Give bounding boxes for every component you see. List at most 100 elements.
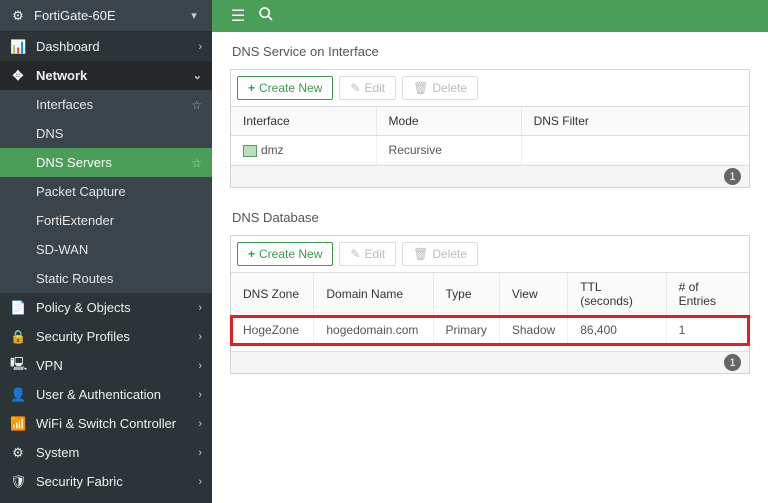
toggle-sidebar-button[interactable]: ☰ <box>224 2 252 30</box>
sub-label: Static Routes <box>36 271 202 286</box>
nav-section[interactable]: 🖳 VPN› <box>0 351 212 380</box>
search-icon <box>258 6 274 27</box>
section-icon: 📊 <box>10 39 26 55</box>
col-entries[interactable]: # of Entries <box>666 273 749 316</box>
section-icon: 🔒 <box>10 329 26 345</box>
nav-section[interactable]: 👤User & Authentication› <box>0 380 212 409</box>
col-mode[interactable]: Mode <box>376 107 521 136</box>
nav-sub-item[interactable]: Static Routes <box>0 264 212 293</box>
dns-service-panel: DNS Service on Interface +Create New ✎Ed… <box>230 44 750 188</box>
chevron-icon: › <box>198 389 202 401</box>
edit-button[interactable]: ✎Edit <box>339 76 396 100</box>
nav-section[interactable]: 📊 Dashboard› <box>0 32 212 61</box>
section-icon: 📄 <box>10 300 26 316</box>
col-domain[interactable]: Domain Name <box>314 273 433 316</box>
dns-service-toolbar: +Create New ✎Edit 🗑Delete <box>231 70 749 107</box>
delete-button[interactable]: 🗑Delete <box>402 76 478 100</box>
section-icon: ✥ <box>10 68 26 84</box>
nav-sub-item[interactable]: DNS Servers☆ <box>0 148 212 177</box>
create-new-button[interactable]: +Create New <box>237 242 333 266</box>
sub-label: Packet Capture <box>36 184 202 199</box>
content: DNS Service on Interface +Create New ✎Ed… <box>212 32 768 503</box>
sub-label: DNS Servers <box>36 155 191 170</box>
cell-zone: HogeZone <box>231 316 314 345</box>
nav-section[interactable]: 📶WiFi & Switch Controller› <box>0 409 212 438</box>
nav-section[interactable]: ✥ Network⌄ <box>0 61 212 90</box>
cell-mode: Recursive <box>376 136 521 165</box>
chevron-icon: › <box>198 331 202 343</box>
col-ttl[interactable]: TTL (seconds) <box>568 273 666 316</box>
cell-domain: hogedomain.com <box>314 316 433 345</box>
cell-type: Primary <box>433 316 499 345</box>
nav-sub-item[interactable]: FortiExtender <box>0 206 212 235</box>
nav-sub-item[interactable]: SD-WAN <box>0 235 212 264</box>
star-icon: ☆ <box>191 98 202 112</box>
nav-section[interactable]: 📈Log & Report› <box>0 496 212 503</box>
cell-dns-filter <box>521 136 749 165</box>
chevron-icon: › <box>198 418 202 430</box>
nav-sub-item[interactable]: DNS <box>0 119 212 148</box>
section-icon: ⚙ <box>10 445 26 461</box>
col-dns-filter[interactable]: DNS Filter <box>521 107 749 136</box>
trash-icon: 🗑 <box>413 81 428 95</box>
section-label: Policy & Objects <box>36 300 198 315</box>
section-label: Security Profiles <box>36 329 198 344</box>
device-selector[interactable]: ⚙ FortiGate-60E ▾ <box>0 0 212 32</box>
cell-interface: dmz <box>231 136 376 165</box>
section-label: Security Fabric <box>36 474 198 489</box>
nav-section[interactable]: 🔒 Security Profiles› <box>0 322 212 351</box>
pencil-icon: ✎ <box>350 81 360 95</box>
search-button[interactable] <box>252 2 280 30</box>
panel-title: DNS Database <box>232 210 750 225</box>
pencil-icon: ✎ <box>350 247 360 261</box>
chevron-icon: ⌄ <box>193 69 202 82</box>
chevron-icon: › <box>198 41 202 53</box>
col-zone[interactable]: DNS Zone <box>231 273 314 316</box>
nav-section[interactable]: 🛡 Security Fabric› <box>0 467 212 496</box>
plus-icon: + <box>248 247 255 261</box>
panel-title: DNS Service on Interface <box>232 44 750 59</box>
cell-entries: 1 <box>666 316 749 345</box>
nav-section[interactable]: 📄 Policy & Objects› <box>0 293 212 322</box>
sidebar: ⚙ FortiGate-60E ▾ 📊Dashboard›✥Network⌄In… <box>0 0 212 503</box>
sub-label: FortiExtender <box>36 213 202 228</box>
col-type[interactable]: Type <box>433 273 499 316</box>
section-icon: 🛡 <box>10 474 26 490</box>
col-interface[interactable]: Interface <box>231 107 376 136</box>
section-icon: 🖳 <box>10 355 26 377</box>
dns-database-toolbar: +Create New ✎Edit 🗑Delete <box>231 236 749 273</box>
sub-label: Interfaces <box>36 97 191 112</box>
chevron-icon: › <box>198 302 202 314</box>
table-row[interactable]: HogeZonehogedomain.comPrimaryShadow86,40… <box>231 316 749 345</box>
topbar: ☰ <box>212 0 768 32</box>
device-icon: ⚙ <box>10 8 26 24</box>
section-label: VPN <box>36 358 198 373</box>
dns-service-footer: 1 <box>231 165 749 187</box>
star-icon: ☆ <box>191 156 202 170</box>
chevron-icon: › <box>198 476 202 488</box>
chevron-icon: › <box>198 447 202 459</box>
section-icon: 📶 <box>10 416 26 432</box>
create-new-button[interactable]: +Create New <box>237 76 333 100</box>
delete-button[interactable]: 🗑Delete <box>402 242 478 266</box>
col-view[interactable]: View <box>499 273 567 316</box>
nav: 📊Dashboard›✥Network⌄Interfaces☆DNSDNS Se… <box>0 32 212 503</box>
chevron-icon: › <box>198 360 202 372</box>
trash-icon: 🗑 <box>413 247 428 261</box>
sub-label: DNS <box>36 126 202 141</box>
dns-database-footer: 1 <box>231 351 749 373</box>
main: ☰ DNS Service on Interface +Create New ✎… <box>212 0 768 503</box>
nav-sub-item[interactable]: Interfaces☆ <box>0 90 212 119</box>
dns-database-panel: DNS Database +Create New ✎Edit 🗑Delete D… <box>230 210 750 374</box>
cell-ttl: 86,400 <box>568 316 666 345</box>
edit-button[interactable]: ✎Edit <box>339 242 396 266</box>
section-label: System <box>36 445 198 460</box>
cell-view: Shadow <box>499 316 567 345</box>
table-row[interactable]: dmzRecursive <box>231 136 749 165</box>
dns-database-table: DNS Zone Domain Name Type View TTL (seco… <box>231 273 749 345</box>
section-label: Network <box>36 68 193 83</box>
nav-sub-item[interactable]: Packet Capture <box>0 177 212 206</box>
sub-label: SD-WAN <box>36 242 202 257</box>
nav-section[interactable]: ⚙ System› <box>0 438 212 467</box>
section-label: Dashboard <box>36 39 198 54</box>
